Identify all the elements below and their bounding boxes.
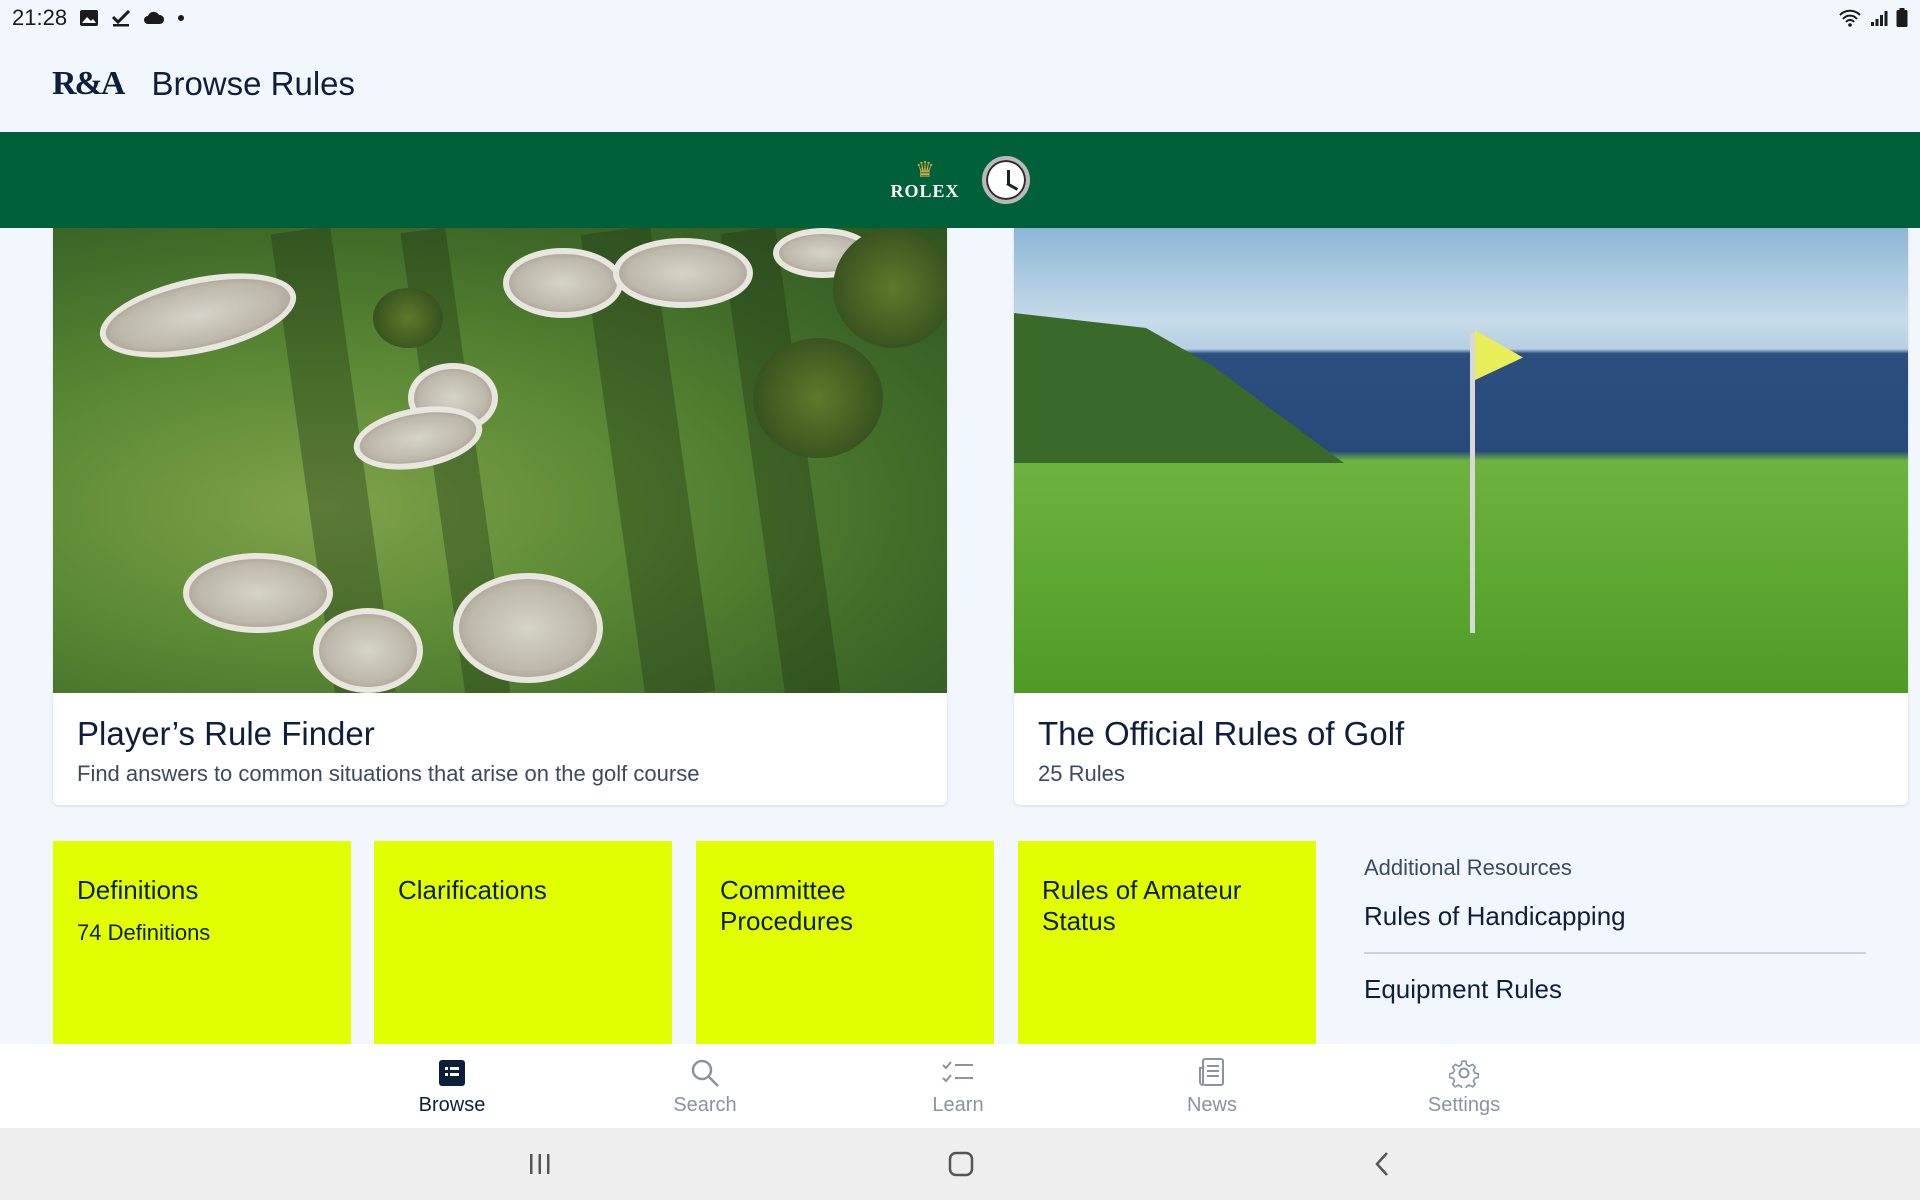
dot-icon <box>177 14 185 22</box>
tile-subtitle: 74 Definitions <box>77 920 211 945</box>
status-left: 21:28 <box>12 5 185 31</box>
tile-title: Rules of Amateur Status <box>1042 875 1242 936</box>
home-icon[interactable] <box>941 1146 981 1182</box>
nav-label: Search <box>673 1094 737 1116</box>
card-text: Player’s Rule Finder Find answers to com… <box>53 693 947 805</box>
card-title: The Official Rules of Golf <box>1038 715 1405 752</box>
system-navigation-bar <box>0 1128 1920 1200</box>
card-text: The Official Rules of Golf 25 Rules <box>1014 693 1908 805</box>
app-header: R&A Browse Rules <box>0 36 1920 132</box>
nav-browse[interactable]: Browse <box>392 1056 512 1117</box>
wifi-icon <box>1838 8 1862 28</box>
nav-label: News <box>1186 1094 1237 1116</box>
status-right <box>1838 8 1908 28</box>
page-title: Browse Rules <box>151 65 356 102</box>
tile-title: Definitions <box>77 875 199 905</box>
nav-label: Learn <box>932 1094 984 1116</box>
ra-logo: R&A <box>52 65 125 102</box>
sponsor-banner[interactable]: ♛ ROLEX <box>0 132 1920 228</box>
nav-news[interactable]: News <box>1152 1056 1272 1117</box>
flagstick-image <box>1470 333 1475 633</box>
search-icon <box>688 1056 722 1090</box>
bottom-navigation: Browse Search Learn News Settings <box>0 1044 1920 1128</box>
news-icon <box>1195 1056 1229 1090</box>
sponsor-name: ROLEX <box>890 180 960 201</box>
crown-icon: ♛ <box>915 156 935 182</box>
browse-icon <box>435 1056 469 1090</box>
card-subtitle: 25 Rules <box>1038 761 1125 786</box>
status-time: 21:28 <box>12 5 68 30</box>
checklist-icon <box>941 1056 975 1090</box>
nav-search[interactable]: Search <box>645 1056 765 1117</box>
cloud-icon <box>143 9 165 27</box>
resource-equipment-rules[interactable]: Equipment Rules <box>1364 954 1866 1025</box>
nav-label: Settings <box>1427 1094 1501 1116</box>
recents-icon[interactable] <box>520 1146 560 1182</box>
rolex-logo: ♛ ROLEX <box>890 156 960 202</box>
tile-clarifications[interactable]: Clarifications <box>374 841 672 1044</box>
additional-resources: Additional Resources Rules of Handicappi… <box>1364 841 1866 1025</box>
nav-settings[interactable]: Settings <box>1404 1056 1524 1117</box>
resources-heading: Additional Resources <box>1364 855 1572 880</box>
tile-definitions[interactable]: Definitions 74 Definitions <box>53 841 351 1044</box>
gear-icon <box>1447 1056 1481 1090</box>
status-bar: 21:28 <box>0 0 1920 36</box>
card-subtitle: Find answers to common situations that a… <box>77 761 700 786</box>
check-icon <box>111 8 131 28</box>
tile-committee-procedures[interactable]: Committee Procedures <box>696 841 994 1044</box>
official-rules-card[interactable]: The Official Rules of Golf 25 Rules <box>1014 228 1908 805</box>
clock-icon <box>981 156 1030 204</box>
tile-title: Clarifications <box>398 875 547 905</box>
resource-rules-of-handicapping[interactable]: Rules of Handicapping <box>1364 881 1866 954</box>
nav-learn[interactable]: Learn <box>898 1056 1018 1117</box>
tile-rules-of-amateur-status[interactable]: Rules of Amateur Status <box>1018 841 1316 1044</box>
aerial-golf-course-image <box>53 228 947 693</box>
image-icon <box>79 8 99 28</box>
coastal-golf-green-image <box>1014 228 1908 693</box>
card-title: Player’s Rule Finder <box>77 715 375 752</box>
battery-icon <box>1896 8 1908 28</box>
players-rule-finder-card[interactable]: Player’s Rule Finder Find answers to com… <box>53 228 947 805</box>
signal-icon <box>1870 9 1888 27</box>
nav-label: Browse <box>418 1094 486 1116</box>
back-icon[interactable] <box>1362 1146 1402 1182</box>
tile-title: Committee Procedures <box>720 875 853 936</box>
